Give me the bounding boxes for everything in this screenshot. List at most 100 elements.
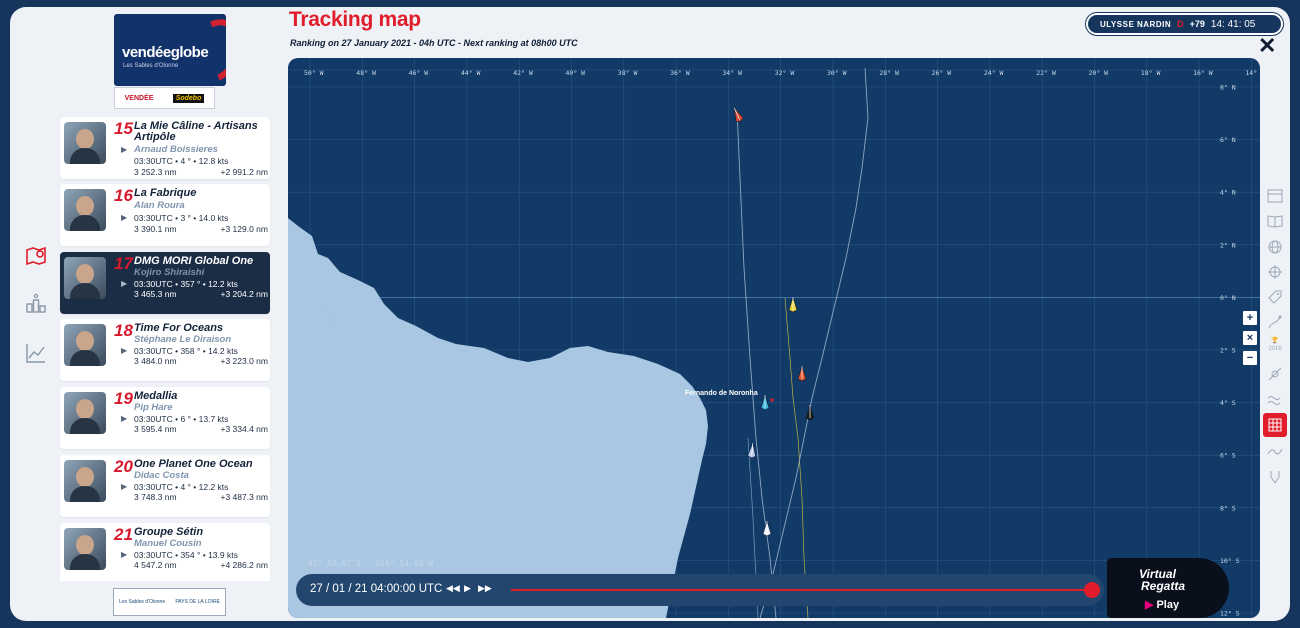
page-title: Tracking map [289, 8, 421, 31]
trophy-2016-tool-icon[interactable]: 🏆 2016 [1263, 337, 1287, 361]
distance-to-leader: +3 204.2 nm [220, 289, 269, 299]
skipper-name: Didac Costa [134, 470, 189, 481]
zoom-in-button[interactable]: + [1243, 311, 1257, 325]
skipper-card-selected[interactable]: 17 DMG MORI Global One Kojiro Shiraishi … [60, 252, 270, 314]
grid-tool-icon[interactable] [1263, 413, 1287, 437]
play-icon: ▶ [1145, 599, 1154, 611]
longitude-label: 18° W [1141, 69, 1161, 77]
race-clock: ULYSSE NARDIN D +79 14: 41: 05 [1086, 13, 1283, 35]
waves-tool-icon[interactable] [1263, 388, 1287, 412]
previous-icon[interactable]: ◀◀ [446, 583, 460, 594]
distance-to-finish: 3 252.3 nm [134, 167, 177, 177]
rank-number: 17 [114, 254, 133, 273]
ranking-subtitle: Ranking on 27 January 2021 - 04h UTC - N… [290, 38, 578, 48]
sponsor-vendee: VENDÉE [124, 94, 154, 102]
skipper-photo [64, 122, 106, 164]
zoom-out-button[interactable]: − [1243, 351, 1257, 365]
boat-icon [797, 364, 807, 382]
tracking-map[interactable]: 50° W 48° W 46° W 44° W 42° W 40° W 38° W 36° W… [288, 58, 1260, 618]
rank-number: 21 [114, 525, 133, 544]
longitude-label: 48° W [356, 69, 376, 77]
skipper-card[interactable]: 20 One Planet One Ocean Didac Costa ▶ 03… [60, 455, 270, 517]
skipper-card[interactable]: 21 Groupe Sétin Manuel Cousin ▶ 03:30UTC… [60, 523, 270, 581]
sponsor-sodebo: Sodebo [172, 93, 205, 103]
skipper-card[interactable]: 18 Time For Oceans Stéphane Le Diraison … [60, 319, 270, 381]
longitude-label: 26° W [932, 69, 952, 77]
timeline-player[interactable]: 27 / 01 / 21 04:00:00 UTC ◀◀ ▶ ▶▶ [296, 574, 1104, 606]
latitude-label: 8° N [1220, 84, 1236, 92]
partner-logo-footer: Les Sables d'Olonne PAYS DE LA LOIRE [113, 588, 226, 616]
boat-tracks [736, 67, 869, 618]
boat-markers[interactable] [731, 106, 815, 537]
boat-name: Medallia [134, 390, 178, 402]
skipper-photo [64, 324, 106, 366]
longitude-label: 36° W [670, 69, 690, 77]
play-icon[interactable]: ▶ [121, 145, 127, 154]
virtual-regatta-button[interactable]: Virtual Regatta ▶ Play [1107, 558, 1229, 618]
map-nav-icon[interactable] [24, 244, 48, 268]
vr-play-label: ▶ Play [1145, 599, 1180, 611]
play-icon[interactable]: ▶ [121, 213, 127, 222]
curve-tool-icon[interactable] [1263, 439, 1287, 463]
next-icon[interactable]: ▶▶ [478, 583, 492, 594]
map-canvas: 50° W 48° W 46° W 44° W 42° W 40° W 38° W 36° W… [288, 58, 1260, 618]
fernando-de-noronha-marker[interactable] [770, 398, 774, 402]
skipper-photo [64, 257, 106, 299]
boat-icon [788, 295, 798, 313]
distance-to-leader: +4 286.2 nm [220, 560, 269, 570]
boat-stats: 03:30UTC • 354 ° • 13.9 kts [134, 550, 238, 560]
latitude-label: 0° N [1220, 294, 1236, 302]
zoom-reset-button[interactable]: × [1243, 331, 1257, 345]
boat-stats: 03:30UTC • 4 ° • 12.2 kts [134, 482, 229, 492]
play-icon[interactable]: ▶ [464, 583, 471, 594]
close-icon[interactable]: ✕ [1258, 35, 1276, 57]
vendee-globe-logo[interactable]: vendéeglobe Les Sables d'Olonne [114, 14, 226, 86]
distance-to-leader: +3 129.0 nm [220, 224, 269, 234]
stats-chart-nav-icon[interactable] [24, 341, 48, 365]
ranking-nav-icon[interactable] [24, 292, 48, 316]
play-icon[interactable]: ▶ [121, 346, 127, 355]
globe-tool-icon[interactable] [1263, 235, 1287, 259]
distance-to-leader: +3 334.4 nm [220, 424, 269, 434]
rank-number: 20 [114, 457, 133, 476]
boat-stats: 03:30UTC • 357 ° • 12.2 kts [134, 279, 238, 289]
latitude-label: 12° S [1220, 610, 1240, 618]
skipper-name: Arnaud Boissieres [134, 144, 218, 155]
longitude-label: 42° W [513, 69, 533, 77]
book-tool-icon[interactable] [1263, 209, 1287, 233]
skipper-card[interactable]: 19 Medallia Pip Hare ▶ 03:30UTC • 6 ° • … [60, 387, 270, 449]
skipper-ranking-list[interactable]: 15 La Mie Câline - Artisans Artipôle Arn… [58, 117, 286, 581]
partner-loire: PAYS DE LA LOIRE [175, 599, 220, 605]
target-tool-icon[interactable] [1263, 260, 1287, 284]
skipper-name: Stéphane Le Diraison [134, 334, 232, 345]
longitude-label: 14° [1245, 69, 1257, 77]
wind-off-tool-icon[interactable] [1263, 362, 1287, 386]
skipper-card[interactable]: 16 La Fabrique Alan Roura ▶ 03:30UTC • 3… [60, 184, 270, 246]
tag-tool-icon[interactable] [1263, 285, 1287, 309]
layout-tool-icon[interactable] [1263, 184, 1287, 208]
longitude-label: 50° W [304, 69, 324, 77]
skipper-photo [64, 189, 106, 231]
app-window: vendéeglobe Les Sables d'Olonne VENDÉE S… [10, 7, 1290, 621]
distance-to-finish: 3 595.4 nm [134, 424, 177, 434]
boat-track [736, 109, 777, 618]
longitude-label: 24° W [984, 69, 1004, 77]
longitude-label: 32° W [775, 69, 795, 77]
route-tool-icon[interactable] [1263, 310, 1287, 334]
play-icon[interactable]: ▶ [121, 279, 127, 288]
skipper-card[interactable]: 15 La Mie Câline - Artisans Artipôle Arn… [60, 117, 270, 179]
latitude-label: 6° S [1220, 452, 1236, 460]
year-label: 2016 [1268, 346, 1282, 352]
play-icon[interactable]: ▶ [121, 550, 127, 559]
play-icon[interactable]: ▶ [121, 414, 127, 423]
tools-icon[interactable] [1263, 465, 1287, 489]
boat-stats: 03:30UTC • 6 ° • 13.7 kts [134, 414, 229, 424]
longitude-label: 28° W [879, 69, 899, 77]
timeline-slider-handle[interactable] [1084, 582, 1100, 598]
play-icon[interactable]: ▶ [121, 482, 127, 491]
timeline-track[interactable] [511, 589, 1095, 591]
rank-number: 19 [114, 389, 133, 408]
latitude-label: 4° N [1220, 189, 1236, 197]
distance-to-finish: 3 748.3 nm [134, 492, 177, 502]
rank-number: 16 [114, 186, 133, 205]
